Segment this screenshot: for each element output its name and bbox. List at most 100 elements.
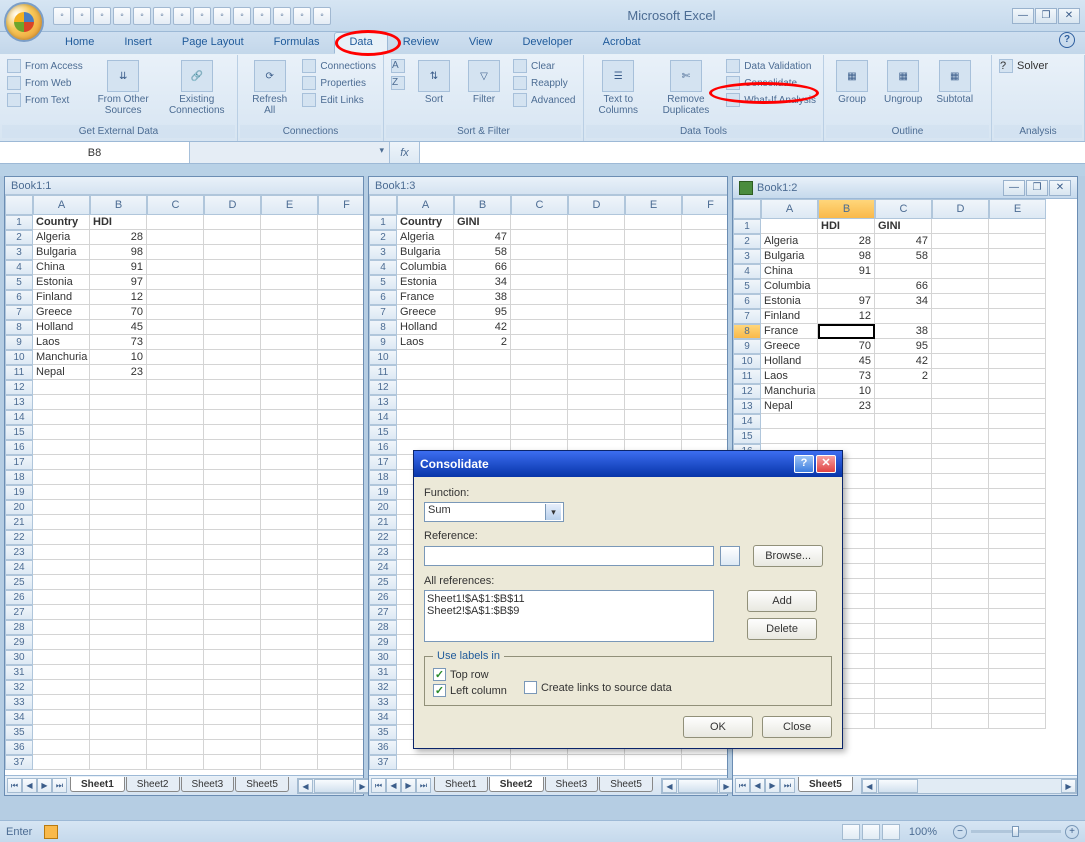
- cell[interactable]: [147, 350, 204, 365]
- row-header[interactable]: 19: [5, 485, 33, 500]
- cell[interactable]: [682, 350, 727, 365]
- cell[interactable]: [989, 609, 1046, 624]
- cell[interactable]: [989, 294, 1046, 309]
- cell[interactable]: [454, 755, 511, 770]
- row-header[interactable]: 31: [5, 665, 33, 680]
- cell[interactable]: [875, 654, 932, 669]
- row-header[interactable]: 3: [369, 245, 397, 260]
- col-header[interactable]: B: [90, 195, 147, 215]
- cell[interactable]: Finland: [761, 309, 818, 324]
- cell[interactable]: [261, 380, 318, 395]
- cell[interactable]: [682, 380, 727, 395]
- save-icon[interactable]: ◦: [53, 7, 71, 25]
- cell[interactable]: [761, 429, 818, 444]
- reference-item[interactable]: Sheet1!$A$1:$B$11: [427, 593, 711, 605]
- cell[interactable]: [875, 264, 932, 279]
- print-icon[interactable]: ◦: [113, 7, 131, 25]
- row-header[interactable]: 2: [733, 234, 761, 249]
- sheet-nav-button[interactable]: ◀: [750, 778, 765, 793]
- cell[interactable]: Country: [397, 215, 454, 230]
- row-header[interactable]: 21: [369, 515, 397, 530]
- add-button[interactable]: Add: [747, 590, 817, 612]
- page-break-view-button[interactable]: [882, 824, 900, 840]
- cell[interactable]: [204, 335, 261, 350]
- cell[interactable]: [33, 620, 90, 635]
- cell[interactable]: [318, 695, 363, 710]
- cell[interactable]: [90, 635, 147, 650]
- cell[interactable]: [147, 515, 204, 530]
- cell[interactable]: [397, 755, 454, 770]
- cell[interactable]: [875, 609, 932, 624]
- cell[interactable]: [318, 740, 363, 755]
- cell[interactable]: [625, 365, 682, 380]
- copy-icon[interactable]: ◦: [233, 7, 251, 25]
- cell[interactable]: 58: [454, 245, 511, 260]
- cell[interactable]: [932, 249, 989, 264]
- cell[interactable]: [204, 440, 261, 455]
- cell[interactable]: [989, 399, 1046, 414]
- cell[interactable]: [90, 560, 147, 575]
- row-header[interactable]: 8: [5, 320, 33, 335]
- cell[interactable]: 73: [90, 335, 147, 350]
- reference-item[interactable]: Sheet2!$A$1:$B$9: [427, 605, 711, 617]
- row-header[interactable]: 28: [369, 620, 397, 635]
- tab-data[interactable]: Data: [334, 32, 387, 54]
- cell[interactable]: [33, 560, 90, 575]
- cell[interactable]: [397, 425, 454, 440]
- cell[interactable]: [875, 309, 932, 324]
- row-header[interactable]: 1: [369, 215, 397, 230]
- cell[interactable]: [318, 395, 363, 410]
- cell[interactable]: [33, 605, 90, 620]
- cell[interactable]: [204, 710, 261, 725]
- cell[interactable]: [261, 440, 318, 455]
- row-header[interactable]: 18: [5, 470, 33, 485]
- from-text-button[interactable]: From Text: [6, 92, 84, 108]
- row-header[interactable]: 1: [733, 219, 761, 234]
- cell[interactable]: [33, 740, 90, 755]
- data-validation-button[interactable]: Data Validation: [725, 58, 817, 74]
- sort-asc-button[interactable]: A: [390, 58, 406, 74]
- cell[interactable]: [90, 545, 147, 560]
- preview-icon[interactable]: ◦: [133, 7, 151, 25]
- sheet-tab-sheet3[interactable]: Sheet3: [545, 777, 599, 792]
- cell[interactable]: [90, 485, 147, 500]
- cell[interactable]: [204, 635, 261, 650]
- cell[interactable]: [261, 695, 318, 710]
- cell[interactable]: [147, 605, 204, 620]
- paste-icon[interactable]: ◦: [253, 7, 271, 25]
- cell[interactable]: [932, 264, 989, 279]
- cell[interactable]: [318, 650, 363, 665]
- cell[interactable]: [261, 680, 318, 695]
- cell[interactable]: 58: [875, 249, 932, 264]
- cell[interactable]: 23: [90, 365, 147, 380]
- spell-icon[interactable]: ◦: [153, 7, 171, 25]
- cell[interactable]: [204, 725, 261, 740]
- row-header[interactable]: 11: [733, 369, 761, 384]
- col-header[interactable]: D: [932, 199, 989, 219]
- close-dialog-button[interactable]: Close: [762, 716, 832, 738]
- cell[interactable]: [818, 279, 875, 294]
- cell[interactable]: 28: [818, 234, 875, 249]
- cell[interactable]: [682, 365, 727, 380]
- cell[interactable]: [318, 275, 363, 290]
- row-header[interactable]: 34: [5, 710, 33, 725]
- cell[interactable]: [204, 545, 261, 560]
- cell[interactable]: [932, 294, 989, 309]
- cell[interactable]: [875, 699, 932, 714]
- row-header[interactable]: 7: [369, 305, 397, 320]
- formula-bar[interactable]: [420, 142, 1085, 163]
- cell[interactable]: [261, 500, 318, 515]
- cell[interactable]: [511, 260, 568, 275]
- cell[interactable]: [204, 470, 261, 485]
- sheet-nav-button[interactable]: ◀: [22, 778, 37, 793]
- row-header[interactable]: 20: [5, 500, 33, 515]
- cell[interactable]: [932, 219, 989, 234]
- cell[interactable]: [147, 410, 204, 425]
- cell[interactable]: 2: [875, 369, 932, 384]
- cell[interactable]: Greece: [33, 305, 90, 320]
- cell[interactable]: [932, 609, 989, 624]
- sort-asc-icon[interactable]: ◦: [173, 7, 191, 25]
- sheet-nav-button[interactable]: ◀: [386, 778, 401, 793]
- cell[interactable]: [761, 414, 818, 429]
- row-header[interactable]: 16: [5, 440, 33, 455]
